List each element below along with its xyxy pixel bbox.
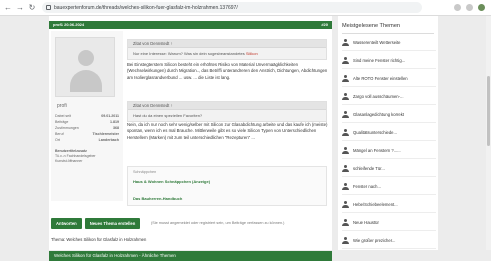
back-icon[interactable]: ← <box>4 3 12 12</box>
sidebar-item-label: Fenster nach... <box>353 184 381 189</box>
quote-body: Nur eine Interesse: Warum? Was sin dein … <box>128 48 326 59</box>
sidebar-item-label: Wasserenteilt Wetterseite <box>353 40 401 45</box>
sidebar-divider <box>342 33 434 34</box>
user-icon <box>342 147 349 154</box>
lock-icon <box>46 5 51 10</box>
address-bar[interactable]: bauexpertenforum.de/threads/welches-sili… <box>42 2 422 13</box>
quote-text: Nur eine Interesse: Warum? Was sin dein … <box>133 51 245 56</box>
sidebar-item-label: schleifende Tür... <box>353 166 385 171</box>
avatar[interactable] <box>55 37 115 97</box>
sidebar-item[interactable]: Fenster nach... <box>342 179 436 195</box>
user-title-text: Tü.v.-n Fachhandelsgeber Kunstst.öffnann… <box>55 154 96 163</box>
user-title: Benutzertitelzusatz Tü.v.-n Fachhandelsg… <box>55 149 119 164</box>
stat-value: Landerbach <box>98 138 119 142</box>
extensions-icon[interactable] <box>466 4 473 11</box>
sidebar-title: Meistgelesene Themen <box>342 23 401 29</box>
similar-topics-bar[interactable]: Welches Silikon für Glasfalz in Holzrahm… <box>49 251 332 261</box>
user-icon <box>342 39 349 46</box>
sponsored-link[interactable]: Das Bauherren-Handbuch <box>128 194 326 203</box>
user-icon <box>342 75 349 82</box>
sponsored-header: Schnäppchen <box>133 170 157 174</box>
sidebar-item[interactable]: Sind meine Fenster richtig... <box>342 53 436 69</box>
sidebar-item-label: Qualitätsunterschiede... <box>353 130 397 135</box>
user-icon <box>342 165 349 172</box>
scrollbar-thumb[interactable] <box>487 76 490 146</box>
sidebar-item-label: Alte ROTO Fenster einstellen <box>353 76 408 81</box>
sidebar-item-label: Neue Haustür <box>353 220 379 225</box>
url-text: bauexpertenforum.de/threads/welches-sili… <box>54 4 238 11</box>
sidebar-item-label: Mängel an Fenstern ?...... <box>353 148 401 153</box>
user-icon <box>342 237 349 244</box>
browser-toolbar: ← → ↻ bauexpertenforum.de/threads/welche… <box>0 0 491 16</box>
user-icon <box>342 57 349 64</box>
sidebar-item[interactable]: Wasserenteilt Wetterseite <box>342 35 436 51</box>
sidebar-item-label: Sind meine Fenster richtig... <box>353 58 406 63</box>
forward-icon[interactable]: → <box>16 3 24 12</box>
user-icon <box>342 93 349 100</box>
forum-post-area: prof1 20.06.2024 #20 profi Dabei seit 09.… <box>49 16 332 261</box>
quote-block: Zitat von Dennstedt ↑ Nur eine Interesse… <box>127 39 327 60</box>
sidebar-item[interactable]: Neue Haustür <box>342 215 436 231</box>
quote-highlight: Silikon <box>245 51 258 56</box>
sidebar-item-label: Wie großer prezicher... <box>353 238 396 243</box>
quote-header[interactable]: Zitat von Dennstedt ↑ <box>128 40 326 48</box>
stat-label: Ort <box>55 138 60 142</box>
reload-icon[interactable]: ↻ <box>28 3 36 12</box>
sidebar-item-label: Hebe/Schiebeelement... <box>353 202 398 207</box>
post-header: prof1 20.06.2024 #20 <box>49 21 332 29</box>
sponsored-link[interactable]: Haus & Wohnen Schnäppchen (Anzeige) <box>128 177 326 186</box>
sidebar-item-label: Zargo voll ausschäumen-... <box>353 94 404 99</box>
stat-row: Ort Landerbach <box>55 137 119 143</box>
user-profile-panel: profi Dabei seit 09.01.2011 Beiträge 1.819… <box>51 31 123 201</box>
sidebar-item[interactable]: Glasanlagedichtung korrekt <box>342 107 436 123</box>
new-topic-button[interactable]: Neues Thema erstellen <box>84 218 141 229</box>
post-content: Zitat von Dennstedt ↑ Nur eine Interesse… <box>127 31 329 206</box>
sidebar-most-read: Meistgelesene Themen Wasserenteilt Wette… <box>338 16 438 250</box>
user-stats: Dabei seit 09.01.2011 Beiträge 1.819 Zusti… <box>55 113 119 143</box>
sidebar-item[interactable]: Alte ROTO Fenster einstellen <box>342 71 436 87</box>
user-icon <box>342 111 349 118</box>
post-paragraph: Bei Einstegterstem Silicon besteht ein e… <box>127 62 328 80</box>
sidebar-item[interactable]: Wie großer prezicher... <box>342 233 436 249</box>
reply-button[interactable]: Antworten <box>51 218 82 229</box>
profile-avatar-icon[interactable] <box>478 4 485 11</box>
user-icon <box>342 219 349 226</box>
sidebar-item[interactable]: Zargo voll ausschäumen-... <box>342 89 436 105</box>
page-scrollbar[interactable] <box>486 16 491 250</box>
username[interactable]: profi <box>57 103 67 109</box>
post-date: prof1 20.06.2024 <box>53 22 85 27</box>
sidebar-item-label: Glasanlagedichtung korrekt <box>353 112 404 117</box>
user-icon <box>342 201 349 208</box>
sidebar-item[interactable]: Mängel an Fenstern ?...... <box>342 143 436 159</box>
post-paragraph: Nein, da ich nur noch sehr wenig/selber … <box>127 122 328 140</box>
sponsored-box: Schnäppchen Haus & Wohnen Schnäppchen (A… <box>127 166 327 206</box>
post-actions: Antworten Neues Thema erstellen <box>51 218 141 229</box>
quote-header[interactable]: Zitat von Dennstedt ↑ <box>128 102 326 110</box>
bookmark-icon[interactable] <box>454 4 461 11</box>
sidebar-item[interactable]: Qualitätsunterschiede... <box>342 125 436 141</box>
post-number[interactable]: #20 <box>321 21 328 29</box>
topic-line: Thema: Welches Silikon für Glasfalz in H… <box>51 237 147 242</box>
login-notice: (Sie musst angemeldet oder registriert s… <box>151 221 285 225</box>
sidebar-item[interactable]: schleifende Tür... <box>342 161 436 177</box>
user-icon <box>342 183 349 190</box>
user-icon <box>342 129 349 136</box>
quote-body: Hast du da einen speziellen Favoriten? <box>133 113 203 118</box>
quote-block: Zitat von Dennstedt ↑ Hast du da einen s… <box>127 101 327 122</box>
sidebar-item[interactable]: Hebe/Schiebeelement... <box>342 197 436 213</box>
